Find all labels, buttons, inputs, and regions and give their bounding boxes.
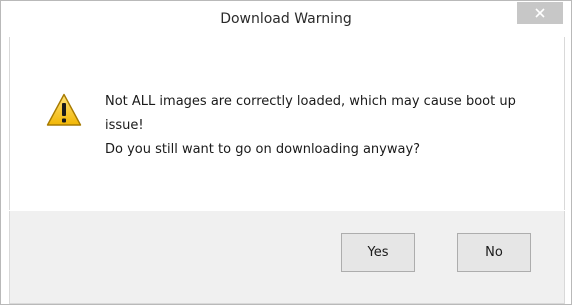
close-button[interactable] bbox=[517, 2, 563, 24]
button-bar: Yes No bbox=[9, 211, 565, 304]
yes-button[interactable]: Yes bbox=[341, 233, 415, 272]
message-line: Do you still want to go on downloading a… bbox=[105, 142, 421, 157]
dialog-content: Not ALL images are correctly loaded, whi… bbox=[9, 37, 565, 210]
warning-icon bbox=[46, 93, 82, 126]
message-line: Not ALL images are correctly loaded, whi… bbox=[105, 94, 516, 109]
close-icon bbox=[535, 8, 545, 18]
no-button[interactable]: No bbox=[457, 233, 531, 272]
title-bar: Download Warning bbox=[1, 1, 571, 37]
message-line: issue! bbox=[105, 118, 144, 133]
dialog-window: Download Warning Not ALL images are corr… bbox=[0, 0, 572, 305]
warning-message: Not ALL images are correctly loaded, whi… bbox=[105, 90, 545, 162]
window-title: Download Warning bbox=[220, 11, 352, 27]
